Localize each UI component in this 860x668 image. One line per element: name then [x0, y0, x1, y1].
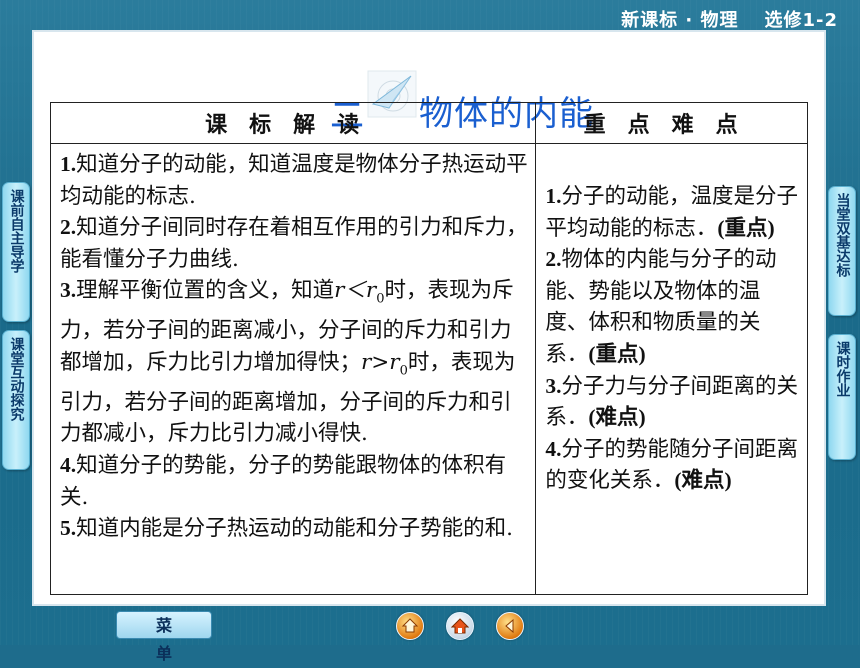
tab-basic-check[interactable]: 当堂双基达标: [828, 186, 856, 316]
key-points-cell: 1.分子的动能，温度是分子平均动能的标志．(重点) 2.物体的内能与分子的动能、…: [535, 143, 808, 595]
tab-homework-label: 课时作业: [834, 341, 851, 397]
standards-cell: 1.知道分子的动能，知道温度是物体分子热运动平均动能的标志. 2.知道分子间同时…: [49, 143, 537, 595]
tab-in-class-label: 课堂互动探究: [8, 337, 25, 421]
header-standards: 课标解读: [49, 102, 537, 144]
list-item: 4.知道分子的势能，分子的势能跟物体的体积有关.: [60, 452, 507, 510]
menu-button[interactable]: 菜单: [116, 611, 212, 663]
list-item: 2.知道分子间同时存在着相互作用的引力和斥力，能看懂分子力曲线.: [60, 215, 528, 272]
tab-pre-class-label: 课前自主导学: [8, 189, 25, 273]
list-item: 3.理解平衡位置的含义，知道r＜r0时，表现为斥力，若分子间的距离减小，分子间的…: [60, 278, 516, 447]
tab-basic-check-label: 当堂双基达标: [834, 193, 851, 277]
list-item: 1.分子的动能，温度是分子平均动能的标志．(重点): [545, 184, 798, 241]
tab-homework[interactable]: 课时作业: [828, 334, 856, 460]
home-icon[interactable]: [396, 612, 424, 640]
header-title: 新课标 · 物理 选修1-2: [621, 6, 838, 32]
table-row: 1.知道分子的动能，知道温度是物体分子热运动平均动能的标志. 2.知道分子间同时…: [49, 143, 808, 595]
list-item: 5.知道内能是分子热运动的动能和分子势能的和.: [60, 516, 513, 542]
list-item: 4.分子的势能随分子间距离的变化关系．(难点): [545, 436, 798, 494]
house-icon[interactable]: [446, 612, 474, 640]
back-icon[interactable]: [496, 612, 524, 640]
list-item: 1.知道分子的动能，知道温度是物体分子热运动平均动能的标志.: [60, 152, 528, 209]
key-points-list: 1.分子的动能，温度是分子平均动能的标志．(重点) 2.物体的内能与分子的动能、…: [537, 145, 806, 497]
list-item: 2.物体的内能与分子的动能、势能以及物体的温度、体积和物质量的关系．(重点): [545, 247, 777, 367]
tab-pre-class[interactable]: 课前自主导学: [2, 182, 30, 322]
content-card: 二 物体的内能 课标解读 重点难点 1.知道分子的动能，知道温度是物体分子热运动…: [34, 32, 824, 604]
header-key-points: 重点难点: [535, 102, 808, 144]
header-series: 新课标 · 物理: [621, 10, 739, 31]
objectives-table: 课标解读 重点难点 1.知道分子的动能，知道温度是物体分子热运动平均动能的标志.…: [49, 102, 808, 595]
header-volume: 选修1-2: [764, 10, 838, 31]
table-header-row: 课标解读 重点难点: [49, 102, 808, 144]
list-item: 3.分子力与分子间距离的关系．(难点): [545, 373, 798, 431]
tab-in-class[interactable]: 课堂互动探究: [2, 330, 30, 470]
standards-list: 1.知道分子的动能，知道温度是物体分子热运动平均动能的标志. 2.知道分子间同时…: [52, 145, 534, 545]
